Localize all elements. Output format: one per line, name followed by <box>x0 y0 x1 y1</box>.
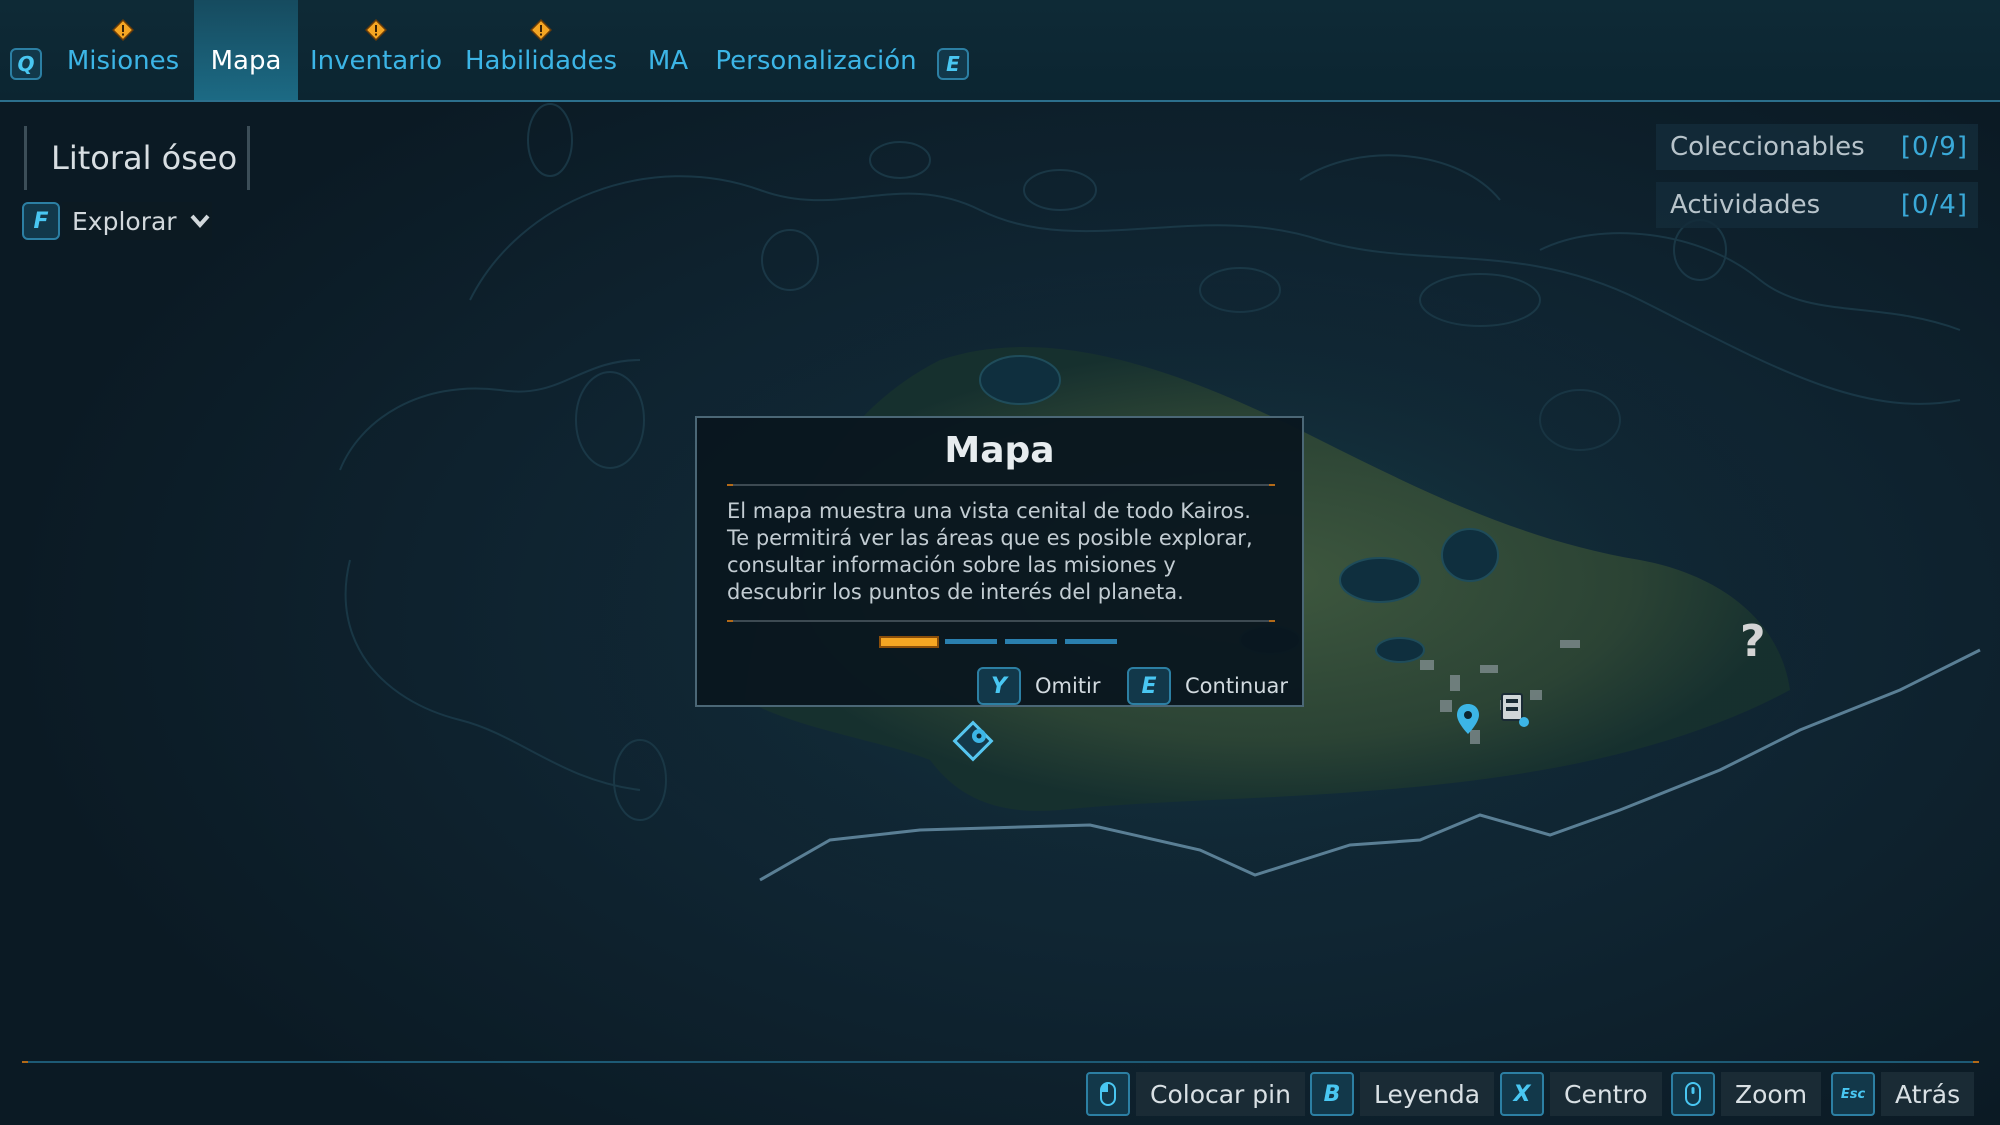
filter-label: Explorar <box>72 206 177 236</box>
hint-label: Leyenda <box>1360 1072 1495 1116</box>
collectibles-counter[interactable]: Coleccionables [0/9] <box>1656 124 1978 170</box>
back-hint[interactable]: Esc Atrás <box>1831 1072 1975 1116</box>
alert-icon <box>365 19 387 41</box>
tab-personalizacion[interactable]: Personalización <box>715 0 917 100</box>
counter-label: Coleccionables <box>1670 132 1865 162</box>
continue-key: E <box>1127 667 1171 705</box>
dialog-title: Mapa <box>944 430 1055 471</box>
filter-dropdown[interactable]: Explorar <box>62 202 212 240</box>
alert-icon <box>112 19 134 41</box>
continue-button[interactable]: E Continuar <box>1127 666 1288 706</box>
zoom-hint[interactable]: Zoom <box>1671 1072 1822 1116</box>
divider <box>727 484 1275 486</box>
tutorial-dialog: Mapa El mapa muestra una vista cenital d… <box>695 416 1304 707</box>
bottom-divider <box>22 1061 1979 1063</box>
filter-key[interactable]: F <box>22 202 60 240</box>
tab-label: Habilidades <box>464 46 618 76</box>
tab-habilidades[interactable]: Habilidades <box>464 0 618 100</box>
prev-tab-key[interactable]: Q <box>10 48 42 80</box>
dialog-body: El mapa muestra una vista cenital de tod… <box>727 499 1253 604</box>
skip-key: Y <box>977 667 1021 705</box>
tab-label: Misiones <box>66 46 180 76</box>
tab-label: MA <box>647 46 689 76</box>
alert-icon <box>530 19 552 41</box>
center-hint[interactable]: X Centro <box>1500 1072 1662 1116</box>
skip-button[interactable]: Y Omitir <box>977 666 1101 706</box>
tab-ma[interactable]: MA <box>638 0 698 100</box>
hint-label: Zoom <box>1721 1072 1822 1116</box>
tab-label: Inventario <box>310 46 442 76</box>
mouse-icon <box>1086 1072 1130 1116</box>
page-dot <box>1065 639 1117 644</box>
tab-misiones[interactable]: Misiones <box>56 0 190 100</box>
counter-value: [0/9] <box>1900 132 1968 162</box>
hint-label: Colocar pin <box>1136 1072 1305 1116</box>
key-x: X <box>1500 1072 1544 1116</box>
region-name-text: Litoral óseo <box>51 139 238 177</box>
tab-label: Personalización <box>715 46 917 76</box>
legend-hint[interactable]: B Leyenda <box>1310 1072 1495 1116</box>
continue-label: Continuar <box>1185 674 1289 698</box>
page-dot-active <box>879 636 939 648</box>
region-name: Litoral óseo <box>24 126 250 190</box>
counter-value: [0/4] <box>1900 190 1968 220</box>
scroll-icon <box>1671 1072 1715 1116</box>
location-pin-icon[interactable] <box>1455 702 1481 736</box>
top-nav: Q Misiones Mapa Inventario Habilidades M… <box>0 0 2000 102</box>
page-indicator <box>879 636 1119 648</box>
unknown-location-marker[interactable]: ? <box>1740 616 1766 667</box>
tab-inventario[interactable]: Inventario <box>306 0 446 100</box>
place-pin-hint[interactable]: Colocar pin <box>1086 1072 1305 1116</box>
key-b: B <box>1310 1072 1354 1116</box>
quest-marker-icon[interactable] <box>950 718 998 766</box>
skip-label: Omitir <box>1035 674 1101 698</box>
vendor-marker-icon[interactable] <box>1496 690 1532 730</box>
page-dot <box>1005 639 1057 644</box>
hint-label: Atrás <box>1881 1072 1975 1116</box>
page-dot <box>945 639 997 644</box>
tab-label: Mapa <box>210 46 282 76</box>
next-tab-key[interactable]: E <box>937 48 969 80</box>
key-esc: Esc <box>1831 1072 1875 1116</box>
hint-label: Centro <box>1550 1072 1662 1116</box>
chevron-down-icon <box>190 214 210 229</box>
counter-label: Actividades <box>1670 190 1821 220</box>
divider <box>727 620 1275 622</box>
activities-counter[interactable]: Actividades [0/4] <box>1656 182 1978 228</box>
tab-mapa[interactable]: Mapa <box>194 0 298 100</box>
